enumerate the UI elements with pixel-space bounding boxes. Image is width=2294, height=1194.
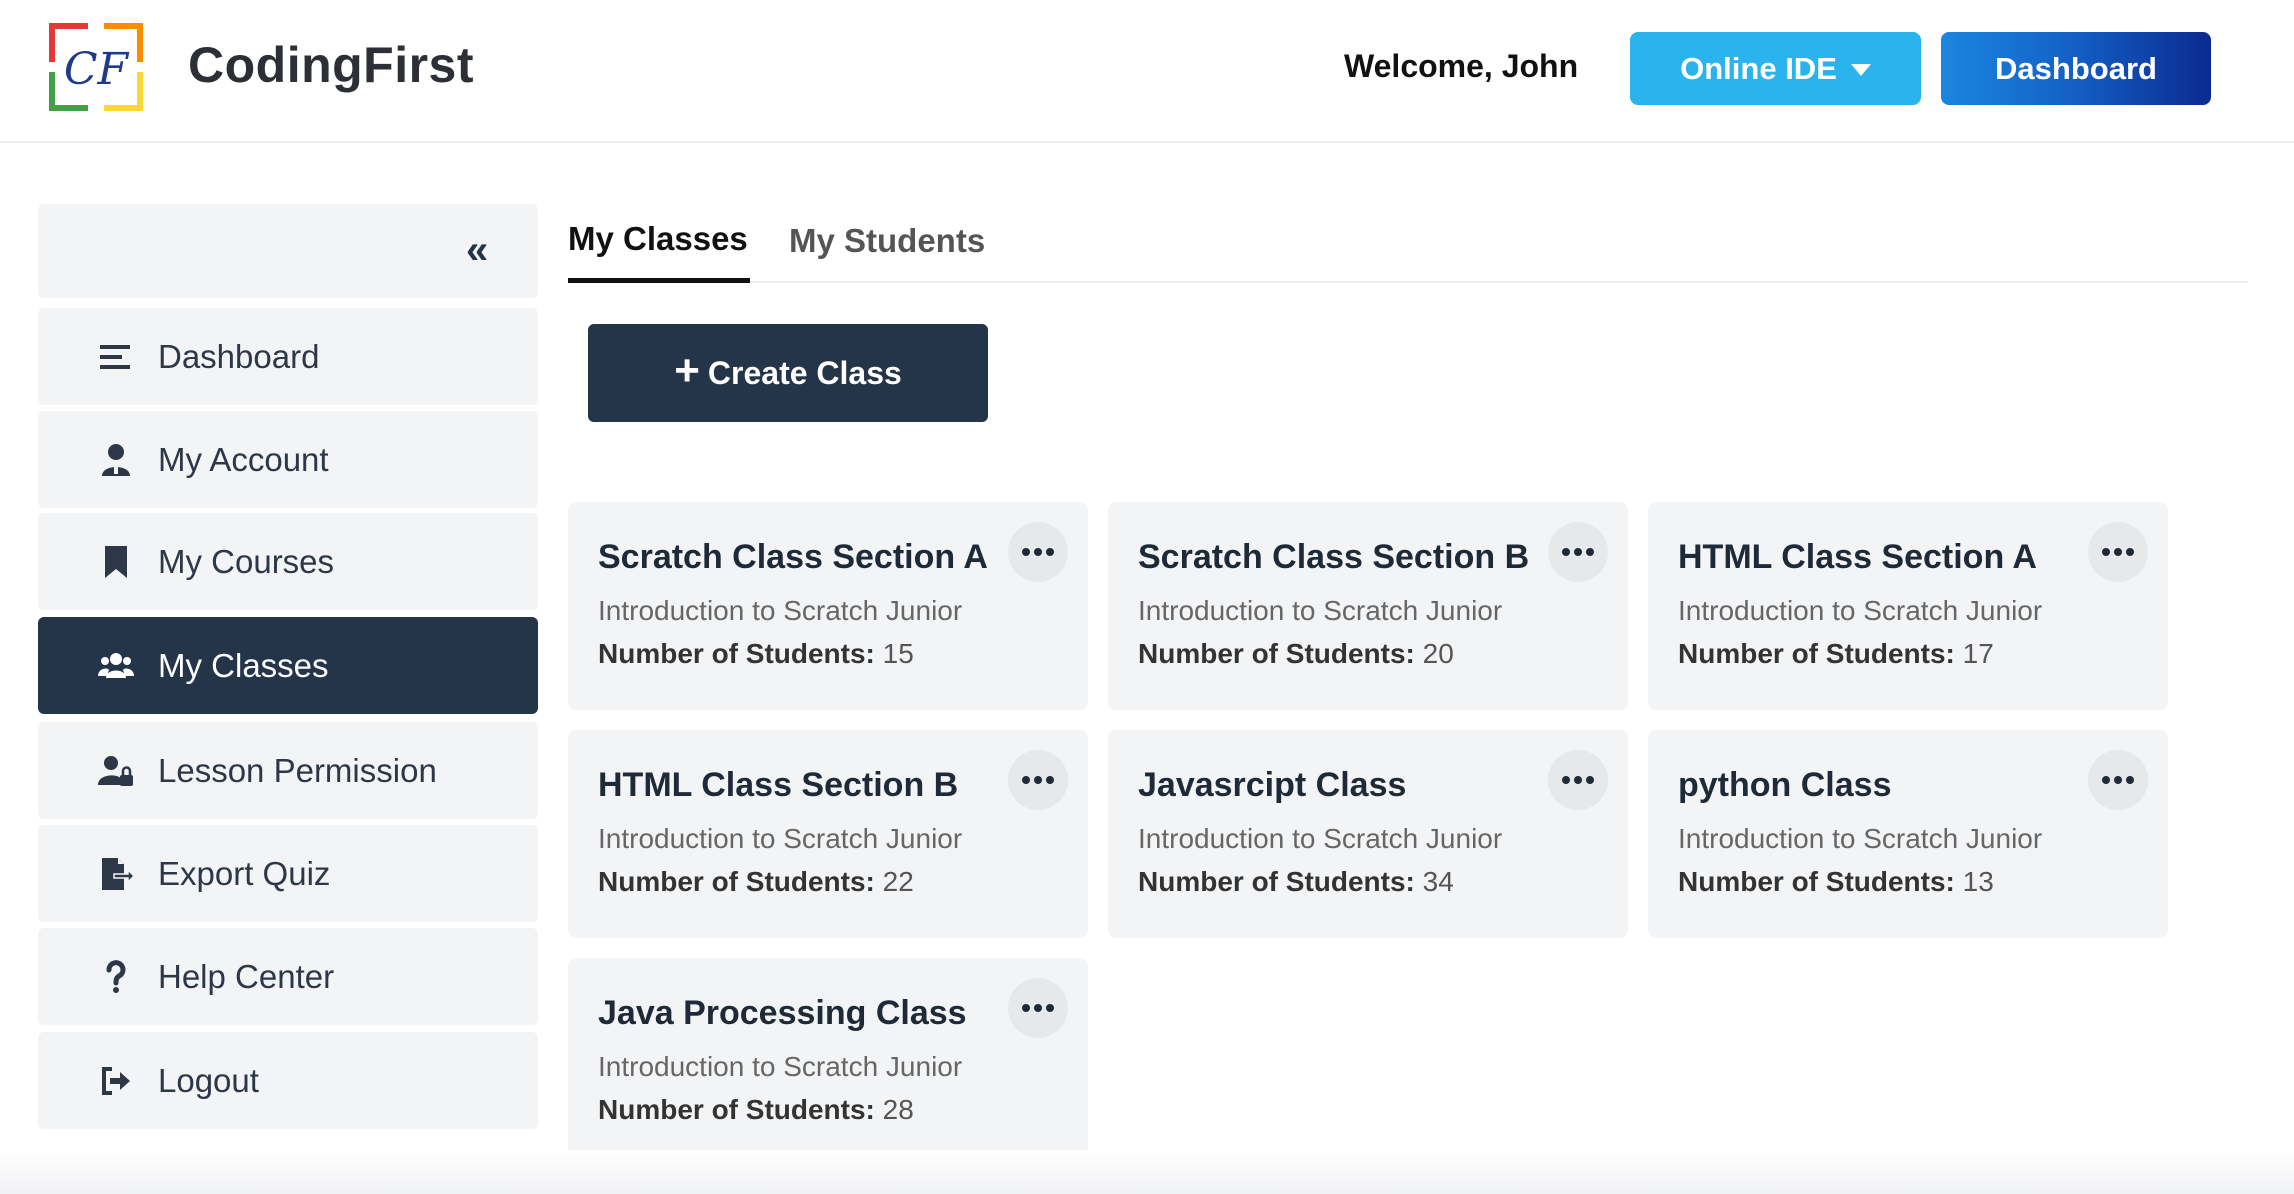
class-card[interactable]: Scratch Class Section A Introduction to … <box>568 502 1088 710</box>
class-title: HTML Class Section B <box>598 766 959 804</box>
class-course: Introduction to Scratch Junior <box>598 823 963 854</box>
brand-name: CodingFirst <box>188 37 475 93</box>
student-count-label: Number of Students: <box>1138 638 1415 669</box>
sidebar-item-label: Lesson Permission <box>158 751 437 789</box>
welcome-message: Welcome, John <box>1344 48 1579 84</box>
sidebar-item-lesson-permission[interactable]: Lesson Permission <box>38 722 538 819</box>
class-card[interactable]: python Class Introduction to Scratch Jun… <box>1648 730 2168 938</box>
student-count-label: Number of Students: <box>598 638 875 669</box>
list-icon <box>96 337 136 377</box>
student-count-label: Number of Students: <box>598 1094 875 1125</box>
class-title: python Class <box>1678 766 1892 804</box>
sidebar-item-label: My Courses <box>158 542 335 580</box>
more-options-icon[interactable] <box>1008 522 1068 582</box>
class-course: Introduction to Scratch Junior <box>1678 595 2043 626</box>
user-lock-icon <box>96 751 136 791</box>
student-count: Number of Students: 17 <box>1678 638 1994 670</box>
online-ide-label: Online IDE <box>1680 50 1837 86</box>
more-options-icon[interactable] <box>1548 522 1608 582</box>
class-card[interactable]: Java Processing Class Introduction to Sc… <box>568 958 1088 1166</box>
svg-text:CF: CF <box>64 44 130 95</box>
student-count-value: 34 <box>1422 866 1454 897</box>
active-tab-indicator <box>568 278 750 283</box>
user-icon <box>96 440 136 480</box>
top-header: CF CodingFirst Welcome, John Online IDE … <box>0 0 2294 143</box>
class-title: Java Processing Class <box>598 994 967 1032</box>
more-options-icon[interactable] <box>2088 750 2148 810</box>
more-options-icon[interactable] <box>1008 750 1068 810</box>
logout-icon <box>96 1061 136 1101</box>
sidebar-item-my-classes[interactable]: My Classes <box>38 617 538 714</box>
create-class-label: Create Class <box>707 354 902 391</box>
sidebar-item-export-quiz[interactable]: Export Quiz <box>38 825 538 922</box>
create-class-button[interactable]: + Create Class <box>588 324 988 422</box>
tabs-divider <box>568 281 2248 283</box>
tab-my-classes[interactable]: My Classes <box>568 220 748 258</box>
class-card[interactable]: HTML Class Section A Introduction to Scr… <box>1648 502 2168 710</box>
question-icon <box>96 957 136 997</box>
student-count-label: Number of Students: <box>1678 866 1955 897</box>
class-course: Introduction to Scratch Junior <box>1138 823 1503 854</box>
student-count-value: 15 <box>882 638 914 669</box>
student-count: Number of Students: 28 <box>598 1094 914 1126</box>
double-chevron-left-icon[interactable]: « <box>466 228 488 273</box>
class-card[interactable]: Javasrcipt Class Introduction to Scratch… <box>1108 730 1628 938</box>
student-count-value: 22 <box>882 866 914 897</box>
sidebar-item-dashboard[interactable]: Dashboard <box>38 308 538 405</box>
class-title: Scratch Class Section A <box>598 538 988 576</box>
class-title: HTML Class Section A <box>1678 538 2037 576</box>
more-options-icon[interactable] <box>1008 978 1068 1038</box>
class-title: Javasrcipt Class <box>1138 766 1407 804</box>
page-bottom-shadow <box>0 1150 2294 1194</box>
sidebar-item-my-account[interactable]: My Account <box>38 411 538 508</box>
file-export-icon <box>96 854 136 894</box>
more-options-icon[interactable] <box>2088 522 2148 582</box>
caret-down-icon <box>1850 64 1871 76</box>
student-count-value: 20 <box>1422 638 1454 669</box>
class-card[interactable]: HTML Class Section B Introduction to Scr… <box>568 730 1088 938</box>
class-course: Introduction to Scratch Junior <box>1678 823 2043 854</box>
student-count: Number of Students: 13 <box>1678 866 1994 898</box>
plus-icon: + <box>674 346 700 395</box>
student-count-value: 17 <box>1962 638 1994 669</box>
sidebar-collapse-bar: « <box>38 204 538 298</box>
sidebar-item-label: My Classes <box>158 646 329 684</box>
sidebar-item-help-center[interactable]: Help Center <box>38 928 538 1025</box>
student-count-label: Number of Students: <box>598 866 875 897</box>
student-count: Number of Students: 15 <box>598 638 914 670</box>
class-course: Introduction to Scratch Junior <box>1138 595 1503 626</box>
student-count-value: 13 <box>1962 866 1994 897</box>
class-course: Introduction to Scratch Junior <box>598 595 963 626</box>
sidebar-item-label: My Account <box>158 440 329 478</box>
bookmark-icon <box>96 542 136 582</box>
class-course: Introduction to Scratch Junior <box>598 1051 963 1082</box>
sidebar-item-label: Dashboard <box>158 337 320 375</box>
tab-my-students[interactable]: My Students <box>789 222 985 260</box>
student-count-value: 28 <box>882 1094 914 1125</box>
more-options-icon[interactable] <box>1548 750 1608 810</box>
class-title: Scratch Class Section B <box>1138 538 1530 576</box>
student-count-label: Number of Students: <box>1678 638 1955 669</box>
users-icon <box>96 646 136 686</box>
sidebar-item-label: Export Quiz <box>158 854 331 892</box>
student-count: Number of Students: 22 <box>598 866 914 898</box>
sidebar-item-label: Logout <box>158 1061 259 1099</box>
sidebar-item-logout[interactable]: Logout <box>38 1032 538 1129</box>
student-count: Number of Students: 34 <box>1138 866 1454 898</box>
online-ide-dropdown[interactable]: Online IDE <box>1630 32 1921 105</box>
class-card[interactable]: Scratch Class Section B Introduction to … <box>1108 502 1628 710</box>
student-count: Number of Students: 20 <box>1138 638 1454 670</box>
sidebar-item-label: Help Center <box>158 957 335 995</box>
dashboard-button[interactable]: Dashboard <box>1941 32 2211 105</box>
codingfirst-logo[interactable]: CF <box>48 22 144 112</box>
sidebar-item-my-courses[interactable]: My Courses <box>38 513 538 610</box>
student-count-label: Number of Students: <box>1138 866 1415 897</box>
